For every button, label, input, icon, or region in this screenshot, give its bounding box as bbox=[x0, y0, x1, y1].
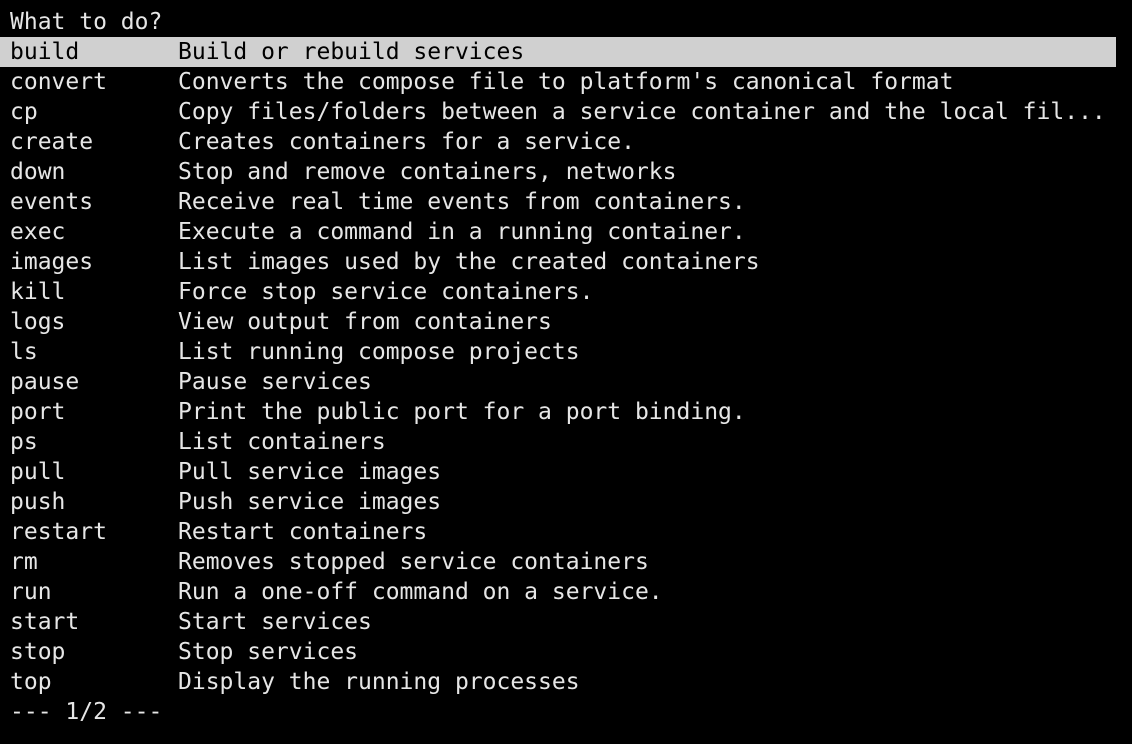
menu-item-command: ls bbox=[10, 339, 38, 365]
menu-item-kill[interactable]: kill Force stop service containers. bbox=[0, 277, 1116, 307]
menu-item-logs[interactable]: logs View output from containers bbox=[0, 307, 1116, 337]
menu-item-command: run bbox=[10, 579, 52, 605]
menu-item-create[interactable]: create Creates containers for a service. bbox=[0, 127, 1116, 157]
terminal-window: What to do? build Build or rebuild servic… bbox=[0, 7, 1132, 727]
menu-item-command: port bbox=[10, 399, 66, 425]
command-menu: build Build or rebuild services convert Con… bbox=[0, 37, 1132, 697]
menu-item-description: Execute a command in a running container… bbox=[178, 219, 746, 245]
menu-item-port[interactable]: port Print the public port for a port bin… bbox=[0, 397, 1116, 427]
menu-item-command: start bbox=[10, 609, 80, 635]
menu-item-description: Display the running processes bbox=[178, 669, 580, 695]
menu-item-command: pause bbox=[10, 369, 80, 395]
menu-item-command: logs bbox=[10, 309, 66, 335]
menu-item-description: Restart containers bbox=[178, 519, 428, 545]
prompt-text: What to do? bbox=[10, 9, 163, 35]
menu-item-description: View output from containers bbox=[178, 309, 552, 335]
menu-item-description: Stop services bbox=[178, 639, 359, 665]
menu-item-command: rm bbox=[10, 549, 38, 575]
menu-item-description: List running compose projects bbox=[178, 339, 580, 365]
menu-item-command: restart bbox=[10, 519, 107, 545]
menu-item-start[interactable]: start Start services bbox=[0, 607, 1116, 637]
menu-item-description: Removes stopped service containers bbox=[178, 549, 649, 575]
pager-indicator: --- 1/2 --- bbox=[10, 699, 163, 725]
menu-item-down[interactable]: down Stop and remove containers, networks bbox=[0, 157, 1116, 187]
menu-item-description: Creates containers for a service. bbox=[178, 129, 635, 155]
menu-item-description: Stop and remove containers, networks bbox=[178, 159, 677, 185]
menu-item-description: Pause services bbox=[178, 369, 372, 395]
menu-item-command: stop bbox=[10, 639, 66, 665]
menu-item-stop[interactable]: stop Stop services bbox=[0, 637, 1116, 667]
menu-item-command: events bbox=[10, 189, 94, 215]
menu-item-description: Receive real time events from containers… bbox=[178, 189, 746, 215]
menu-item-description: Converts the compose file to platform's … bbox=[178, 69, 954, 95]
menu-item-build[interactable]: build Build or rebuild services bbox=[0, 37, 1116, 67]
menu-item-command: create bbox=[10, 129, 94, 155]
menu-item-description: List containers bbox=[178, 429, 386, 455]
menu-item-command: down bbox=[10, 159, 66, 185]
menu-item-pause[interactable]: pause Pause services bbox=[0, 367, 1116, 397]
menu-item-description: Force stop service containers. bbox=[178, 279, 594, 305]
menu-item-description: Run a one-off command on a service. bbox=[178, 579, 663, 605]
menu-item-command: exec bbox=[10, 219, 66, 245]
menu-item-description: Push service images bbox=[178, 489, 442, 515]
menu-item-description: Start services bbox=[178, 609, 372, 635]
menu-item-pull[interactable]: pull Pull service images bbox=[0, 457, 1116, 487]
menu-item-command: kill bbox=[10, 279, 66, 305]
menu-item-ls[interactable]: ls List running compose projects bbox=[0, 337, 1116, 367]
menu-item-convert[interactable]: convert Converts the compose file to plat… bbox=[0, 67, 1116, 97]
menu-item-description: List images used by the created containe… bbox=[178, 249, 760, 275]
menu-item-rm[interactable]: rm Removes stopped service containers bbox=[0, 547, 1116, 577]
menu-item-command: push bbox=[10, 489, 66, 515]
menu-item-command: cp bbox=[10, 99, 38, 125]
menu-item-command: build bbox=[10, 39, 80, 65]
menu-item-ps[interactable]: ps List containers bbox=[0, 427, 1116, 457]
menu-item-push[interactable]: push Push service images bbox=[0, 487, 1116, 517]
menu-item-events[interactable]: events Receive real time events from cont… bbox=[0, 187, 1116, 217]
menu-item-cp[interactable]: cp Copy files/folders between a service c… bbox=[0, 97, 1116, 127]
menu-item-description: Pull service images bbox=[178, 459, 442, 485]
menu-item-description: Copy files/folders between a service con… bbox=[178, 99, 1106, 125]
menu-item-run[interactable]: run Run a one-off command on a service. bbox=[0, 577, 1116, 607]
menu-item-command: convert bbox=[10, 69, 107, 95]
menu-item-images[interactable]: images List images used by the created co… bbox=[0, 247, 1116, 277]
menu-item-exec[interactable]: exec Execute a command in a running conta… bbox=[0, 217, 1116, 247]
menu-item-command: ps bbox=[10, 429, 38, 455]
menu-item-command: pull bbox=[10, 459, 66, 485]
menu-item-command: top bbox=[10, 669, 52, 695]
menu-item-description: Build or rebuild services bbox=[178, 39, 525, 65]
menu-item-description: Print the public port for a port binding… bbox=[178, 399, 746, 425]
menu-item-restart[interactable]: restart Restart containers bbox=[0, 517, 1116, 547]
menu-item-top[interactable]: top Display the running processes bbox=[0, 667, 1116, 697]
menu-item-command: images bbox=[10, 249, 94, 275]
